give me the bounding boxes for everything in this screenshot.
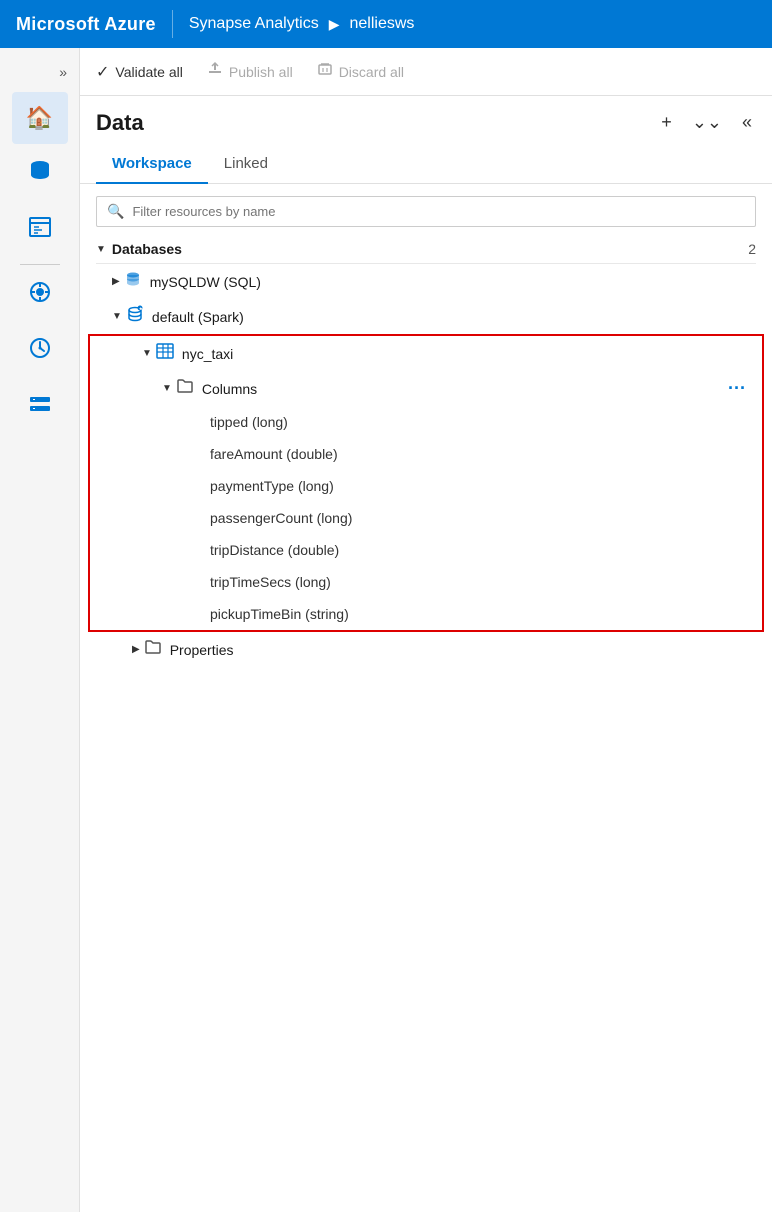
table-icon <box>156 342 174 365</box>
nyc-taxi-label: nyc_taxi <box>182 346 746 362</box>
search-box: 🔍 <box>96 196 756 227</box>
sidebar-separator <box>20 264 60 265</box>
sidebar-item-develop[interactable] <box>12 204 68 256</box>
monitor-icon <box>27 335 53 367</box>
nyc-taxi-node[interactable]: ▼ nyc_taxi <box>90 336 762 371</box>
database-icon <box>124 270 142 293</box>
column-tipped: tipped (long) <box>90 406 762 438</box>
home-icon: 🏠 <box>26 105 53 131</box>
tab-linked[interactable]: Linked <box>208 145 284 184</box>
search-icon: 🔍 <box>107 203 124 220</box>
sidebar: » 🏠 <box>0 48 80 1212</box>
sidebar-item-integrate[interactable] <box>12 269 68 321</box>
highlighted-group: ▼ nyc_taxi <box>88 334 764 632</box>
publish-label: Publish all <box>229 64 293 80</box>
header-divider <box>172 10 173 38</box>
content-area: ✓ Validate all Publish all <box>80 48 772 1212</box>
collapse-button[interactable]: « <box>738 108 756 137</box>
expand-button[interactable]: ⌄⌄ <box>688 108 726 137</box>
sidebar-item-monitor[interactable] <box>12 325 68 377</box>
publish-all-button[interactable]: Publish all <box>207 61 293 82</box>
column-fare-amount: fareAmount (double) <box>90 438 762 470</box>
sidebar-collapse-button[interactable]: » <box>51 56 75 88</box>
brand-name: Microsoft Azure <box>16 14 156 35</box>
column-payment-type: paymentType (long) <box>90 470 762 502</box>
develop-icon <box>27 214 53 246</box>
add-button[interactable]: + <box>657 108 676 137</box>
databases-section-header[interactable]: ▼ Databases 2 <box>80 235 772 263</box>
spark-database-icon: ★ <box>126 305 144 328</box>
default-spark-node[interactable]: ▼ ★ default (Spark) <box>80 299 772 334</box>
nyc-taxi-chevron: ▼ <box>142 348 152 359</box>
panel-header: Data + ⌄⌄ « <box>80 96 772 145</box>
discard-label: Discard all <box>339 64 404 80</box>
columns-label: Columns <box>202 381 728 397</box>
validate-all-button[interactable]: ✓ Validate all <box>96 62 183 82</box>
manage-icon <box>27 391 53 423</box>
properties-folder-icon <box>144 638 162 661</box>
search-input[interactable] <box>132 204 745 219</box>
service-name: Synapse Analytics <box>189 15 319 33</box>
mysql-dw-chevron: ▶ <box>112 276 120 287</box>
columns-more-button[interactable]: ··· <box>728 378 746 399</box>
databases-label: Databases <box>112 241 182 257</box>
data-icon <box>27 158 53 190</box>
azure-header: Microsoft Azure Synapse Analytics ▶ nell… <box>0 0 772 48</box>
panel-header-actions: + ⌄⌄ « <box>657 108 756 137</box>
validate-icon: ✓ <box>96 62 109 82</box>
tab-bar: Workspace Linked <box>80 145 772 184</box>
data-panel: Data + ⌄⌄ « Workspace Linked 🔍 <box>80 96 772 1212</box>
default-spark-label: default (Spark) <box>152 309 756 325</box>
properties-label: Properties <box>170 642 756 658</box>
header-arrow: ▶ <box>329 16 340 33</box>
toolbar: ✓ Validate all Publish all <box>80 48 772 96</box>
properties-node[interactable]: ▶ Properties <box>80 632 772 667</box>
columns-folder-node[interactable]: ▼ Columns ··· <box>90 371 762 406</box>
properties-chevron: ▶ <box>132 644 140 655</box>
folder-icon <box>176 377 194 400</box>
column-pickup-time-bin: pickupTimeBin (string) <box>90 598 762 630</box>
publish-icon <box>207 61 223 82</box>
main-layout: » 🏠 <box>0 48 772 1212</box>
tree: ▼ Databases 2 ▶ mySQLDW (SQL) <box>80 235 772 1212</box>
databases-count: 2 <box>748 241 756 257</box>
column-passenger-count: passengerCount (long) <box>90 502 762 534</box>
validate-label: Validate all <box>115 64 182 80</box>
discard-icon <box>317 61 333 82</box>
tab-workspace[interactable]: Workspace <box>96 145 208 184</box>
databases-chevron: ▼ <box>96 244 106 255</box>
search-container: 🔍 <box>80 184 772 235</box>
column-trip-distance: tripDistance (double) <box>90 534 762 566</box>
mysql-dw-label: mySQLDW (SQL) <box>150 274 756 290</box>
default-spark-chevron: ▼ <box>112 311 122 322</box>
sidebar-item-home[interactable]: 🏠 <box>12 92 68 144</box>
columns-chevron: ▼ <box>162 383 172 394</box>
mysql-dw-node[interactable]: ▶ mySQLDW (SQL) <box>80 264 772 299</box>
integrate-icon <box>27 279 53 311</box>
column-trip-time-secs: tripTimeSecs (long) <box>90 566 762 598</box>
sidebar-item-manage[interactable] <box>12 381 68 433</box>
panel-title: Data <box>96 110 657 136</box>
svg-text:★: ★ <box>139 306 143 311</box>
workspace-name: nelliesws <box>349 15 414 33</box>
sidebar-item-data[interactable] <box>12 148 68 200</box>
discard-all-button[interactable]: Discard all <box>317 61 404 82</box>
